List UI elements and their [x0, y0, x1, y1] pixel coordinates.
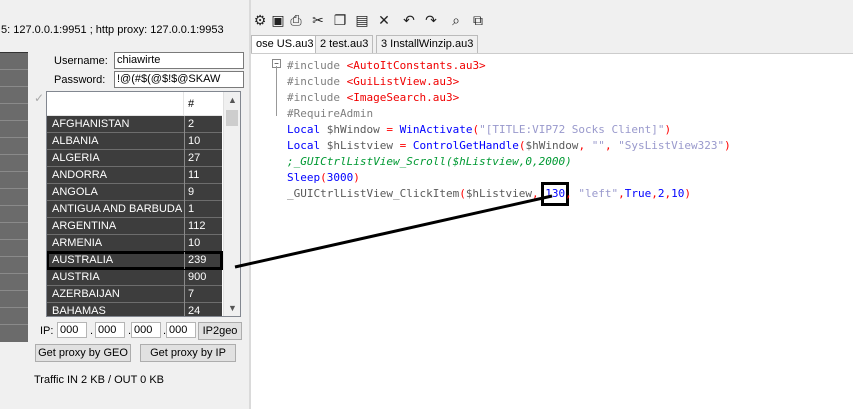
fold-line [276, 66, 277, 116]
country-row[interactable]: ARGENTINA 112 [47, 218, 222, 235]
country-row[interactable]: ARMENIA 10 [47, 235, 222, 252]
copy-icon[interactable]: ❐ [331, 11, 349, 29]
country-row[interactable]: AFGHANISTAN 2 [47, 116, 222, 133]
scroll-up-icon[interactable]: ▲ [224, 92, 240, 108]
country-row[interactable]: ANTIGUA AND BARBUDA 1 [47, 201, 222, 218]
country-row[interactable]: ALBANIA 10 [47, 133, 222, 150]
get-proxy-by-geo-button[interactable]: Get proxy by GEO [35, 344, 131, 362]
country-row[interactable]: ANDORRA 11 [47, 167, 222, 184]
editor-toolbar: ⚙ ▣ ⎙ ✂ ❐ ▤ ✕ ↶ ↷ ⌕ ⧉ [251, 8, 853, 32]
get-proxy-by-ip-button[interactable]: Get proxy by IP [140, 344, 236, 362]
code-lines: #include <AutoItConstants.au3> #include … [287, 58, 731, 206]
ip-label: IP: [40, 325, 54, 337]
settings-icon[interactable]: ⚙ [251, 11, 269, 29]
ip-dot: . [90, 325, 94, 337]
undo-icon[interactable]: ↶ [400, 11, 418, 29]
country-row[interactable]: ALGERIA 27 [47, 150, 222, 167]
cut-icon[interactable]: ✂ [309, 11, 327, 29]
list-header: # [47, 92, 222, 116]
traffic-status: Traffic IN 2 KB / OUT 0 KB [34, 374, 165, 386]
delete-icon[interactable]: ✕ [375, 11, 393, 29]
tab-ose-us[interactable]: ose US.au3 [251, 35, 319, 54]
replace-icon[interactable]: ⧉ [469, 11, 487, 29]
code-line-1: #include <AutoItConstants.au3> [287, 59, 486, 72]
find-icon[interactable]: ⌕ [447, 11, 465, 29]
ip-octet-1[interactable]: 000 [57, 322, 87, 338]
socks-client-window: 5: 127.0.0.1:9951 ; http proxy: 127.0.0.… [0, 0, 251, 409]
redo-icon[interactable]: ↷ [422, 11, 440, 29]
column-header-country[interactable] [47, 92, 184, 116]
code-line-3: #include <ImageSearch.au3> [287, 91, 460, 104]
ip-octet-3[interactable]: 000 [131, 322, 161, 338]
save-icon[interactable]: ▣ [269, 11, 287, 29]
proxy-status-line: 5: 127.0.0.1:9951 ; http proxy: 127.0.0.… [1, 24, 224, 36]
highlighted-index: 130 [541, 182, 570, 206]
scite-editor-window: ⚙ ▣ ⎙ ✂ ❐ ▤ ✕ ↶ ↷ ⌕ ⧉ ose US.au3 2 test.… [251, 0, 853, 409]
country-row[interactable]: AZERBAIJAN 7 [47, 286, 222, 303]
code-line-5: Local $hWindow = WinActivate("[TITLE:VIP… [287, 123, 672, 136]
country-row[interactable]: BAHAMAS 24 [47, 303, 222, 316]
code-line-6: Local $hListview = ControlGetHandle($hWi… [287, 139, 731, 152]
country-list[interactable]: # AFGHANISTAN 2 ALBANIA 10 ALGERIA 27 ANDOR… [46, 91, 241, 317]
country-row[interactable]: ANGOLA 9 [47, 184, 222, 201]
code-editor[interactable]: − #include <AutoItConstants.au3> #includ… [251, 53, 853, 409]
password-field[interactable]: !@(#$(@$!$@SKAW [114, 71, 244, 88]
tab-installwinzip[interactable]: 3 InstallWinzip.au3 [376, 35, 479, 53]
tab-test[interactable]: 2 test.au3 [315, 35, 374, 53]
code-line-2: #include <GuiListView.au3> [287, 75, 460, 88]
scroll-down-icon[interactable]: ▼ [224, 300, 240, 316]
country-row[interactable]: AUSTRIA 900 [47, 269, 222, 286]
ip-octet-2[interactable]: 000 [95, 322, 125, 338]
password-label: Password: [54, 74, 106, 86]
proxy-list-edge[interactable] [0, 52, 28, 342]
code-line-7: ;_GUICtrlListView_Scroll($hListview,0,20… [287, 155, 572, 168]
code-line-9: _GUICtrlListView_ClickItem($hListview, 1… [287, 182, 692, 206]
paste-icon[interactable]: ▤ [353, 11, 371, 29]
scroll-thumb[interactable] [226, 110, 238, 126]
username-field[interactable]: chiawirte [114, 52, 244, 69]
fold-margin[interactable]: − [251, 54, 284, 409]
column-header-count[interactable]: # [188, 98, 194, 110]
country-list-scrollbar[interactable]: ▲ ▼ [223, 92, 240, 316]
username-label: Username: [54, 55, 108, 67]
ip-octet-4[interactable]: 000 [166, 322, 196, 338]
country-row-highlighted[interactable]: AUSTRALIA 239 [47, 251, 223, 270]
code-line-4: #RequireAdmin [287, 107, 374, 120]
ip2geo-button[interactable]: IP2geo [198, 322, 242, 340]
print-icon[interactable]: ⎙ [287, 11, 305, 29]
code-line-8: Sleep(3000) [287, 171, 360, 184]
checkbox-check-icon[interactable]: ✓ [34, 91, 44, 105]
